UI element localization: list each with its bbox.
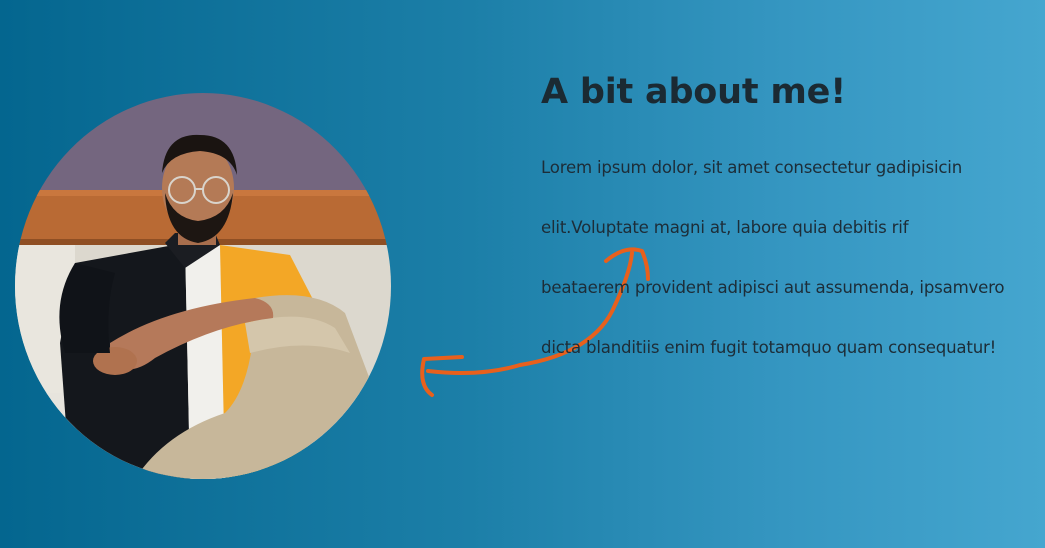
about-paragraph-line: elit.Voluptate magni at, labore quia deb… <box>541 218 909 237</box>
about-paragraph: Lorem ipsum dolor, sit amet consectetur … <box>541 123 1041 363</box>
profile-photo <box>15 93 391 479</box>
about-section: A bit about me! Lorem ipsum dolor, sit a… <box>541 68 1041 363</box>
about-paragraph-line: Lorem ipsum dolor, sit amet consectetur … <box>541 158 963 177</box>
about-paragraph-line: dicta blanditiis enim fugit totamquo qua… <box>541 338 997 357</box>
about-heading: A bit about me! <box>541 72 846 112</box>
profile-photo-illustration <box>15 93 391 479</box>
about-paragraph-line: beataerem provident adipisci aut assumen… <box>541 278 1005 297</box>
